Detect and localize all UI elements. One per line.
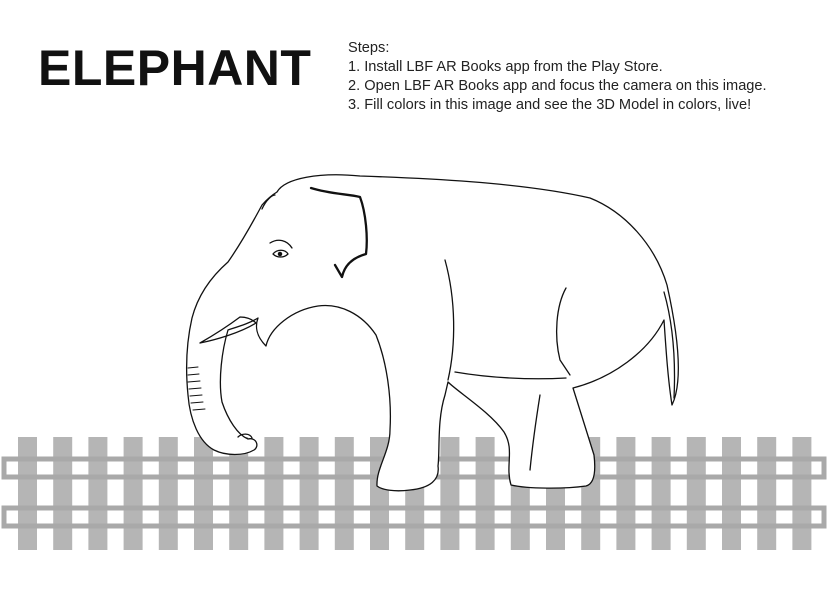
elephant-pupil — [277, 251, 283, 257]
track-tie — [53, 437, 73, 550]
track-tie — [616, 437, 636, 550]
track-tie — [264, 437, 284, 550]
track-tie — [722, 437, 741, 550]
track-tie — [440, 437, 460, 550]
track-tie — [194, 437, 213, 550]
track-tie — [792, 437, 812, 550]
coloring-illustration — [1, 174, 827, 550]
track-tie — [686, 437, 706, 550]
track-tie — [651, 437, 671, 550]
track-tie — [299, 437, 319, 550]
elephant-outline-icon — [185, 174, 679, 492]
track-tie — [158, 437, 178, 550]
track-tie — [123, 437, 143, 550]
track-tie — [18, 437, 37, 550]
track-tie — [757, 437, 777, 550]
track-tie — [334, 437, 354, 550]
track-tie — [475, 437, 495, 550]
track-tie — [88, 437, 108, 550]
elephant-body — [185, 174, 679, 492]
